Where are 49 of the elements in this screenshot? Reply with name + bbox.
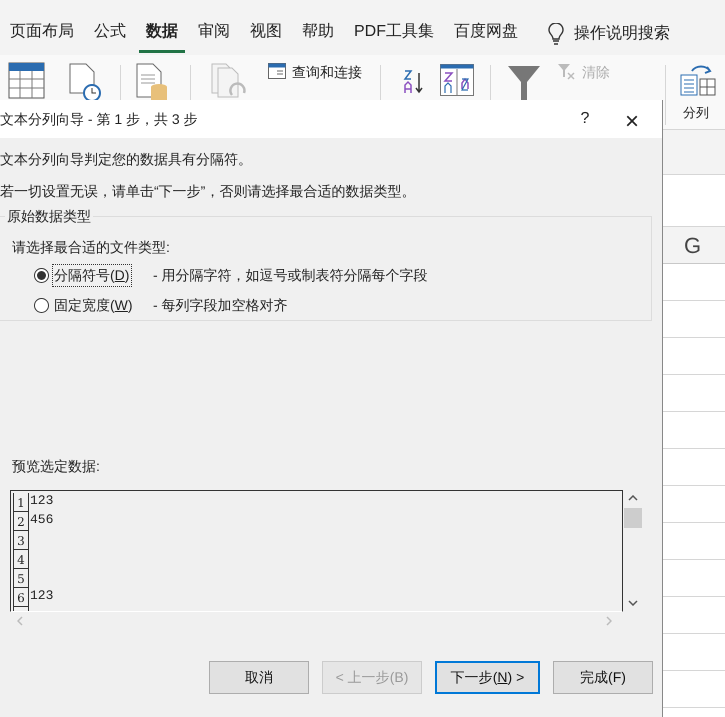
file-type-prompt: 请选择最合适的文件类型: (12, 238, 171, 257)
dialog-title: 文本分列向导 - 第 1 步，共 3 步 (0, 110, 198, 128)
option-description: - 用分隔字符，如逗号或制表符分隔每个字段 (153, 266, 428, 285)
dialog-button[interactable]: 下一步(N) > (435, 661, 540, 694)
preview-line: 456 (30, 512, 54, 529)
ribbon-tab[interactable]: 公式 (87, 14, 133, 52)
document-clock-icon[interactable] (68, 63, 102, 103)
line-number: 1 (13, 493, 29, 512)
line-number: 4 (13, 550, 29, 569)
line-number: 3 (13, 531, 29, 550)
option-description: - 每列字段加空格对齐 (153, 296, 288, 315)
document-database-icon[interactable] (135, 63, 169, 103)
option-label[interactable]: 分隔符号(D) (52, 264, 132, 287)
column-header[interactable]: G (662, 227, 725, 264)
option-label[interactable]: 固定宽度(W) (52, 294, 132, 317)
clear-filter-icon (557, 63, 575, 81)
scroll-up-icon[interactable] (628, 495, 638, 501)
query-icon[interactable] (268, 63, 286, 79)
scroll-thumb[interactable] (624, 508, 642, 528)
line-number: 6 (13, 588, 29, 607)
hint-text: 若一切设置无误，请单击“下一步”，否则请选择最合适的数据类型。 (0, 182, 416, 201)
text-to-columns-icon[interactable] (680, 63, 716, 97)
ribbon-tab[interactable]: PDF工具集 (347, 14, 441, 52)
sort-dialog-icon[interactable] (440, 64, 474, 96)
dialog-button[interactable]: 取消 (209, 661, 309, 694)
line-number: 5 (13, 569, 29, 588)
radio-button[interactable] (34, 268, 49, 283)
ribbon-tab[interactable]: 百度网盘 (447, 14, 525, 52)
help-button[interactable]: ? (570, 104, 600, 134)
text-to-columns-label[interactable]: 分列 (683, 103, 709, 122)
radio-button[interactable] (34, 298, 49, 313)
dialog-button[interactable]: 完成(F) (553, 661, 653, 694)
ribbon-tab[interactable]: 帮助 (295, 14, 341, 52)
tell-me-search[interactable]: 操作说明搜索 (574, 22, 670, 46)
intro-text: 文本分列向导判定您的数据具有分隔符。 (0, 150, 253, 169)
ribbon-tab[interactable]: 页面布局 (3, 14, 81, 52)
ribbon-tab[interactable]: 视图 (243, 14, 289, 52)
close-button[interactable]: × (612, 104, 652, 134)
line-number: 2 (13, 512, 29, 531)
preview-label: 预览选定数据: (12, 457, 101, 476)
table-icon[interactable] (8, 62, 45, 99)
preview-line: 123 (30, 588, 54, 605)
preview-line: 123 (30, 493, 54, 510)
ribbon-tab[interactable]: 审阅 (191, 14, 237, 52)
lightbulb-icon[interactable] (548, 22, 564, 44)
ribbon-command[interactable]: 查询和连接 (292, 62, 362, 83)
funnel-icon[interactable] (507, 65, 541, 101)
sort-icon[interactable] (403, 69, 425, 95)
scroll-down-icon[interactable] (628, 600, 638, 606)
